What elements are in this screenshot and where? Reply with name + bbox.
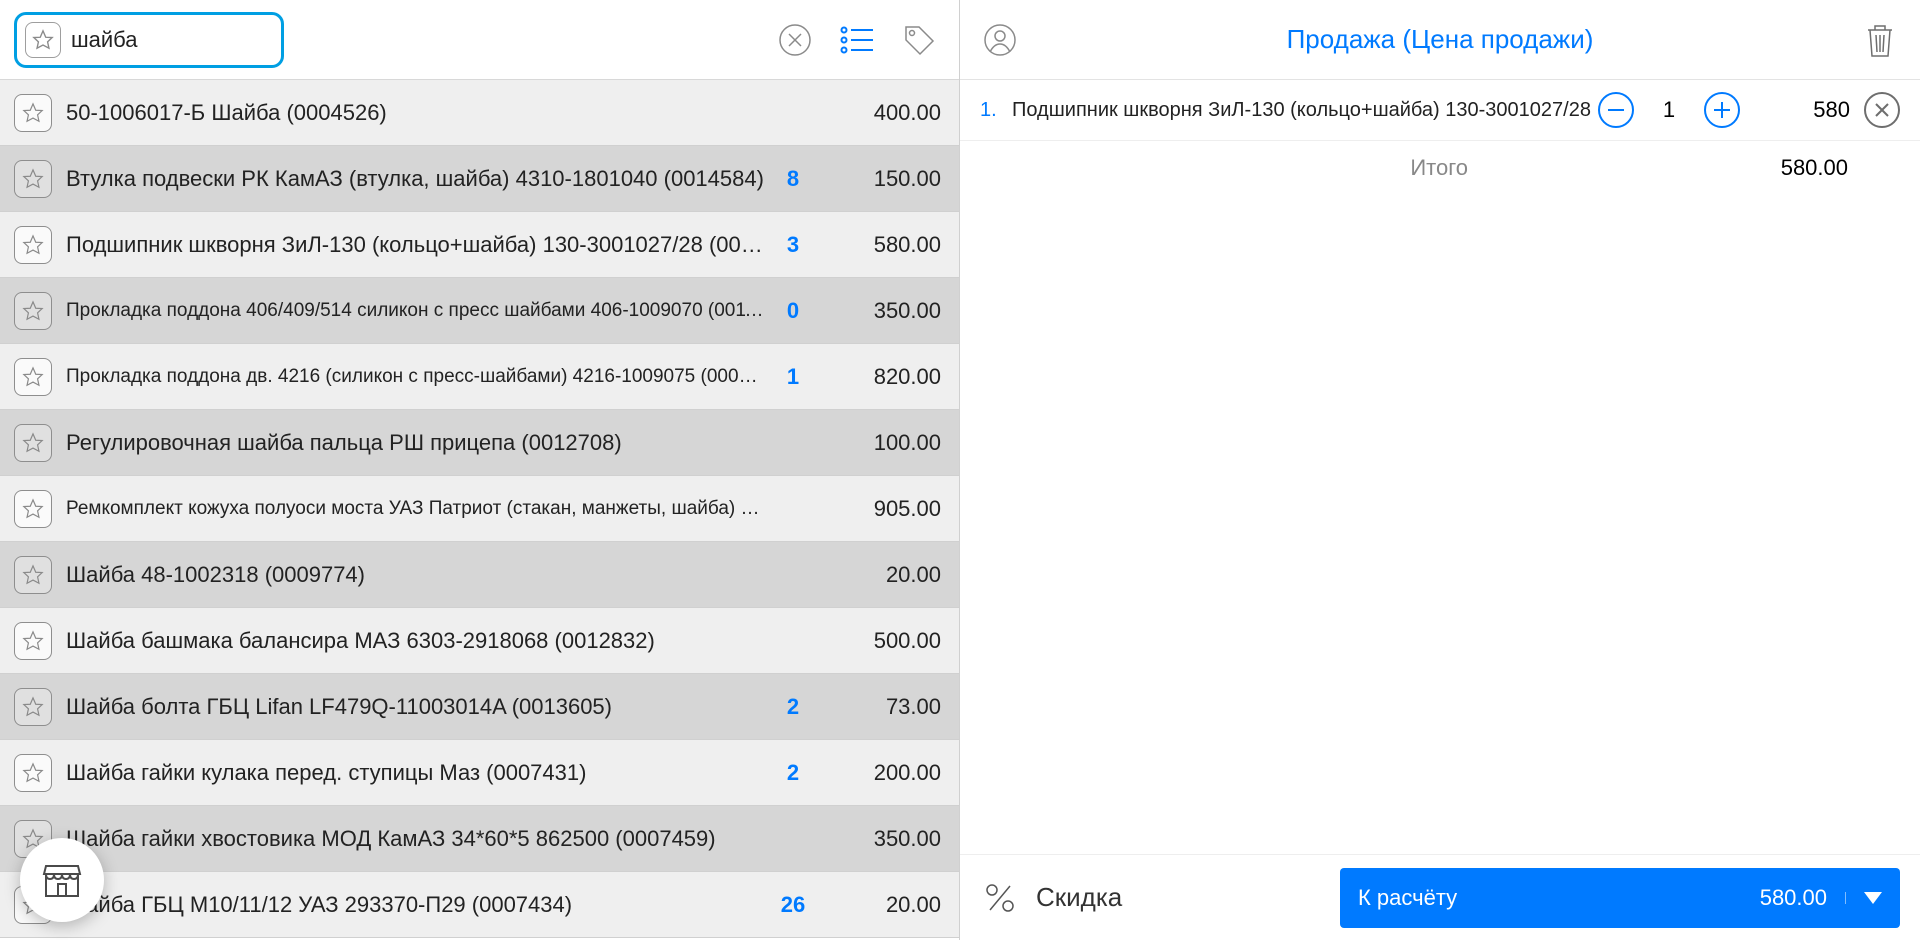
product-stock-count: 0 <box>765 298 821 324</box>
product-price: 20.00 <box>821 562 941 588</box>
product-name: Шайба башмака балансира МАЗ 6303-2918068… <box>66 628 765 654</box>
product-row[interactable]: Подшипник шкворня ЗиЛ-130 (кольцо+шайба)… <box>0 212 959 278</box>
product-row[interactable]: Втулка подвески РК КамАЗ (втулка, шайба)… <box>0 146 959 212</box>
favorite-toggle[interactable] <box>14 688 52 726</box>
list-view-icon[interactable] <box>837 20 877 60</box>
favorite-toggle[interactable] <box>14 358 52 396</box>
favorite-toggle[interactable] <box>14 424 52 462</box>
product-name: Шайба гайки кулака перед. ступицы Маз (0… <box>66 760 765 786</box>
product-name: 50-1006017-Б Шайба (0004526) <box>66 100 765 126</box>
favorite-toggle[interactable] <box>14 622 52 660</box>
remove-item-button[interactable] <box>1864 92 1900 128</box>
product-row[interactable]: Шайба 48-1002318 (0009774) 20.00 <box>0 542 959 608</box>
product-name: Шайба 48-1002318 (0009774) <box>66 562 765 588</box>
product-row[interactable]: Ремкомплект кожуха полуоси моста УАЗ Пат… <box>0 476 959 542</box>
product-name: Шайба болта ГБЦ Lifan LF479Q-11003014A (… <box>66 694 765 720</box>
product-row[interactable]: Прокладка поддона 406/409/514 силикон с … <box>0 278 959 344</box>
favorite-toggle[interactable] <box>14 490 52 528</box>
checkout-amount: 580.00 <box>1760 885 1827 911</box>
product-row[interactable]: Шайба ГБЦ М10/11/12 УАЗ 293370-П29 (0007… <box>0 872 959 938</box>
tag-icon[interactable] <box>899 20 939 60</box>
product-row[interactable]: Шайба башмака балансира МАЗ 6303-2918068… <box>0 608 959 674</box>
favorite-toggle[interactable] <box>14 160 52 198</box>
cart-items: 1.Подшипник шкворня ЗиЛ-130 (кольцо+шайб… <box>960 80 1920 854</box>
product-row[interactable]: Шайба болта ГБЦ Lifan LF479Q-11003014A (… <box>0 674 959 740</box>
product-name: Прокладка поддона дв. 4216 (силикон с пр… <box>66 366 765 388</box>
cart-item-name: Подшипник шкворня ЗиЛ-130 (кольцо+шайба)… <box>1012 99 1598 122</box>
product-price: 150.00 <box>821 166 941 192</box>
product-name: Подшипник шкворня ЗиЛ-130 (кольцо+шайба)… <box>66 232 765 258</box>
favorite-toggle[interactable] <box>14 754 52 792</box>
product-name: Шайба гайки хвостовика МОД КамАЗ 34*60*5… <box>66 826 765 852</box>
discount-control[interactable]: Скидка <box>980 878 1316 918</box>
product-stock-count: 2 <box>765 760 821 786</box>
sale-title: Продажа (Цена продажи) <box>1020 24 1860 55</box>
left-header-actions <box>775 20 947 60</box>
product-price: 350.00 <box>821 826 941 852</box>
favorite-toggle[interactable] <box>14 226 52 264</box>
product-name: Ремкомплект кожуха полуоси моста УАЗ Пат… <box>66 498 765 520</box>
product-stock-count: 2 <box>765 694 821 720</box>
search-container <box>14 12 284 68</box>
right-footer: Скидка К расчёту 580.00 <box>960 854 1920 940</box>
product-stock-count: 3 <box>765 232 821 258</box>
checkout-chevron-icon <box>1845 892 1882 904</box>
clear-search-button[interactable] <box>775 20 815 60</box>
product-name: Прокладка поддона 406/409/514 силикон с … <box>66 300 765 322</box>
product-price: 350.00 <box>821 298 941 324</box>
favorite-toggle[interactable] <box>14 556 52 594</box>
percent-icon <box>980 878 1020 918</box>
left-header <box>0 0 959 80</box>
cart-row: 1.Подшипник шкворня ЗиЛ-130 (кольцо+шайб… <box>960 80 1920 141</box>
product-stock-count: 8 <box>765 166 821 192</box>
increment-button[interactable] <box>1704 92 1740 128</box>
cart-item-price: 580 <box>1760 97 1850 123</box>
product-price: 73.00 <box>821 694 941 720</box>
product-row[interactable]: Шайба гайки хвостовика МОД КамАЗ 34*60*5… <box>0 806 959 872</box>
product-price: 20.00 <box>821 892 941 918</box>
discount-label: Скидка <box>1036 882 1122 913</box>
favorites-filter-toggle[interactable] <box>25 22 61 58</box>
right-header: Продажа (Цена продажи) <box>960 0 1920 80</box>
total-label: Итого <box>980 155 1728 181</box>
product-row[interactable]: 50-1006017-Б Шайба (0004526) 400.00 <box>0 80 959 146</box>
shop-button[interactable] <box>20 838 104 922</box>
product-panel: 50-1006017-Б Шайба (0004526) 400.00 Втулка… <box>0 0 960 940</box>
search-input[interactable] <box>71 27 241 53</box>
product-row[interactable]: Регулировочная шайба пальца РШ прицепа (… <box>0 410 959 476</box>
cart-item-index: 1. <box>980 99 1008 122</box>
product-price: 400.00 <box>821 100 941 126</box>
cart-total-row: Итого580.00 <box>960 141 1920 195</box>
favorite-toggle[interactable] <box>14 94 52 132</box>
product-row[interactable]: Шайба гайки кулака перед. ступицы Маз (0… <box>0 740 959 806</box>
product-row[interactable]: Прокладка поддона дв. 4216 (силикон с пр… <box>0 344 959 410</box>
product-price: 100.00 <box>821 430 941 456</box>
customer-icon[interactable] <box>980 20 1020 60</box>
product-price: 200.00 <box>821 760 941 786</box>
decrement-button[interactable] <box>1598 92 1634 128</box>
sale-panel: Продажа (Цена продажи) 1.Подшипник шквор… <box>960 0 1920 940</box>
checkout-button[interactable]: К расчёту 580.00 <box>1340 868 1900 928</box>
product-price: 500.00 <box>821 628 941 654</box>
delete-sale-button[interactable] <box>1860 20 1900 60</box>
product-name: Регулировочная шайба пальца РШ прицепа (… <box>66 430 765 456</box>
product-price: 905.00 <box>821 496 941 522</box>
product-price: 580.00 <box>821 232 941 258</box>
product-stock-count: 1 <box>765 364 821 390</box>
product-name: Втулка подвески РК КамАЗ (втулка, шайба)… <box>66 166 765 192</box>
total-value: 580.00 <box>1728 155 1848 181</box>
cart-item-qty: 1 <box>1644 97 1694 123</box>
favorite-toggle[interactable] <box>14 292 52 330</box>
product-list[interactable]: 50-1006017-Б Шайба (0004526) 400.00 Втулка… <box>0 80 959 940</box>
product-name: Шайба ГБЦ М10/11/12 УАЗ 293370-П29 (0007… <box>66 892 765 918</box>
product-price: 820.00 <box>821 364 941 390</box>
checkout-label: К расчёту <box>1358 885 1760 911</box>
product-stock-count: 26 <box>765 892 821 918</box>
